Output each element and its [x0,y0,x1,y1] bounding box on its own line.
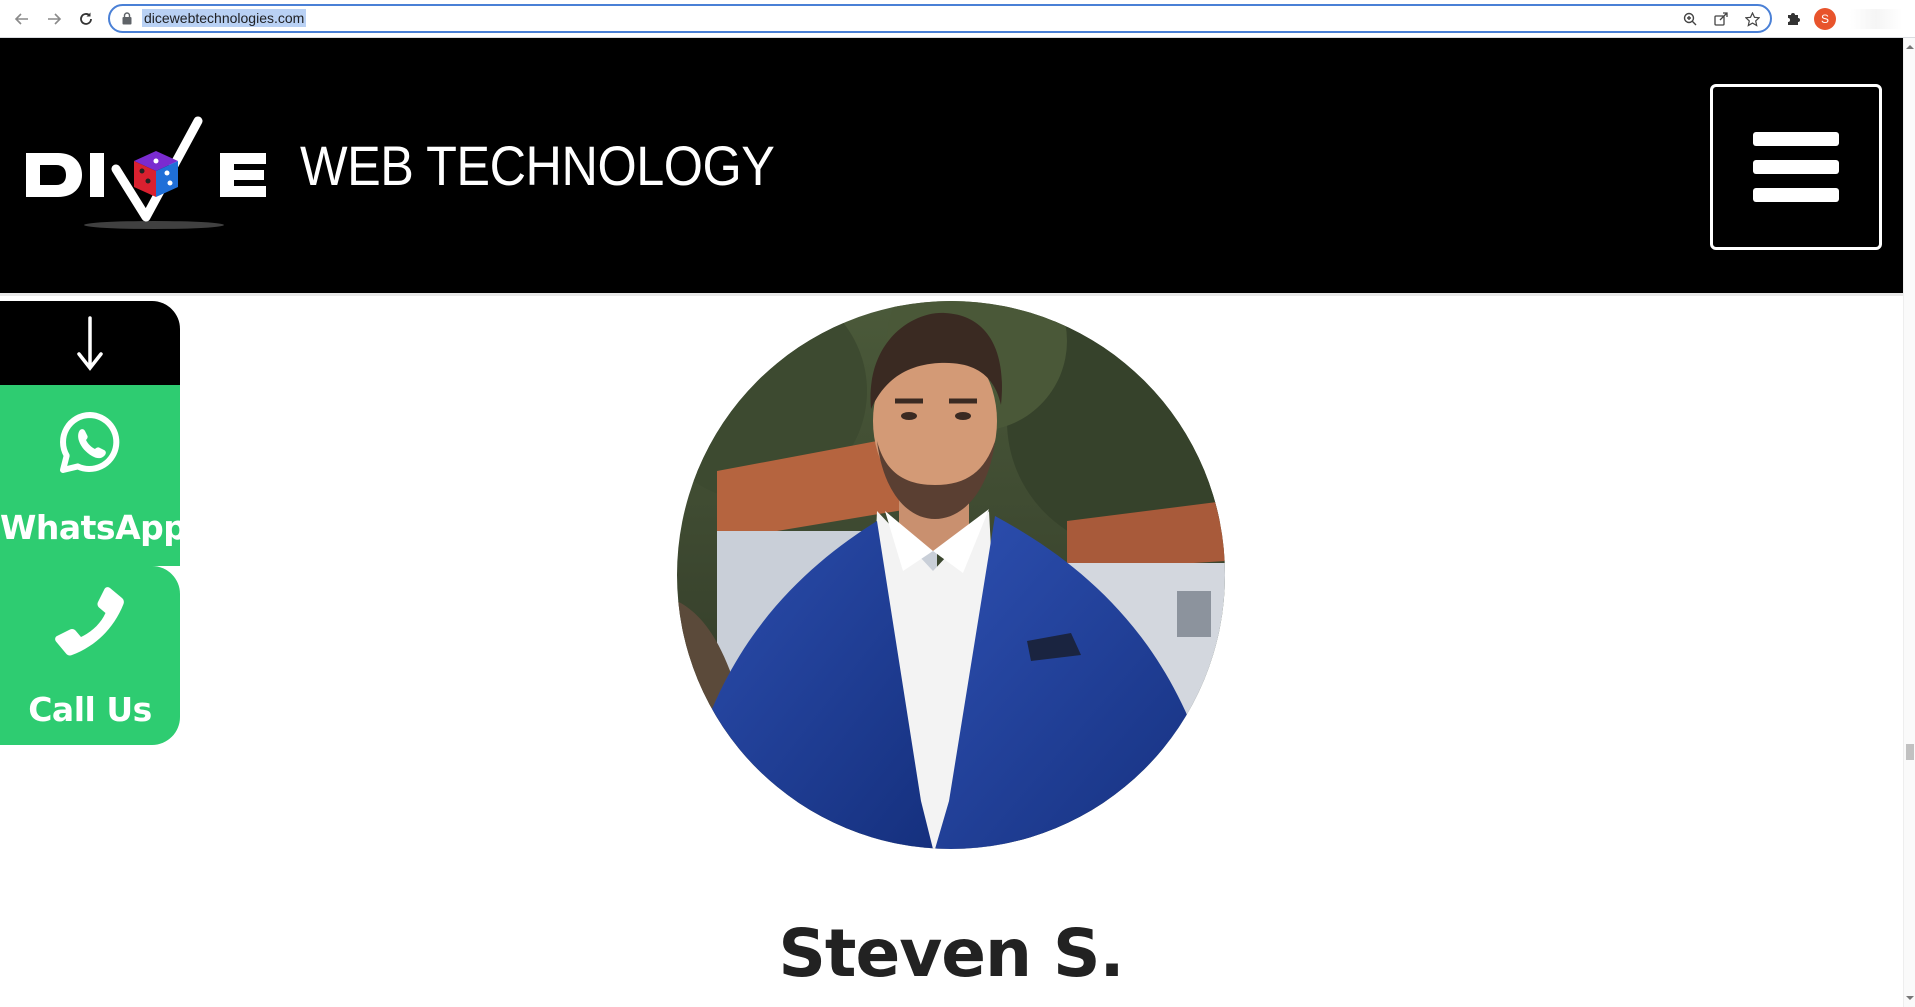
arrow-right-icon [48,13,62,25]
address-bar[interactable]: dicewebtechnologies.com [108,4,1772,33]
scroll-down-icon[interactable] [1905,993,1915,1003]
star-icon [1744,11,1760,27]
profile-name: Steven S. [778,915,1124,992]
arrow-down-icon [77,316,103,371]
whatsapp-button[interactable]: WhatsApp [0,385,187,566]
profile-avatar[interactable]: S [1814,8,1836,30]
hamburger-bar [1753,132,1839,146]
zoom-icon [1683,12,1697,26]
arrow-left-icon [14,13,28,25]
url-text[interactable]: dicewebtechnologies.com [142,9,307,27]
reload-icon [80,12,92,25]
header-divider [0,293,1903,296]
collapse-contact-button[interactable] [0,301,180,387]
scroll-up-icon[interactable] [1905,42,1915,52]
back-button[interactable] [10,7,34,31]
share-button[interactable] [1711,9,1731,29]
hamburger-bar [1753,188,1839,202]
reload-button[interactable] [74,7,98,31]
profile-photo [677,301,1225,849]
lock-icon [122,12,132,25]
phone-icon [55,587,124,656]
logo-text: WEB TECHNOLOGY [300,134,775,197]
browser-toolbar: dicewebtechnologies.com S [0,0,1915,38]
share-icon [1714,12,1728,26]
call-us-label: Call Us [28,690,152,729]
zoom-button[interactable] [1680,9,1700,29]
whatsapp-label: WhatsApp [0,508,187,547]
profile-photo-image [677,301,1225,849]
scroll-thumb[interactable] [1906,744,1914,760]
hamburger-bar [1753,160,1839,174]
dice-logo-mark [26,116,266,229]
extensions-button[interactable] [1782,8,1804,30]
page-scrollbar[interactable] [1903,38,1915,1007]
call-us-button[interactable]: Call Us [0,566,180,745]
browser-menu-area[interactable] [1850,9,1902,29]
site-logo[interactable]: WEB TECHNOLOGY [24,113,775,233]
forward-button[interactable] [42,7,66,31]
site-header: WEB TECHNOLOGY [0,38,1903,293]
menu-toggle-button[interactable] [1710,84,1882,250]
puzzle-icon [1788,13,1800,25]
bookmark-button[interactable] [1742,9,1762,29]
whatsapp-icon [60,412,120,473]
